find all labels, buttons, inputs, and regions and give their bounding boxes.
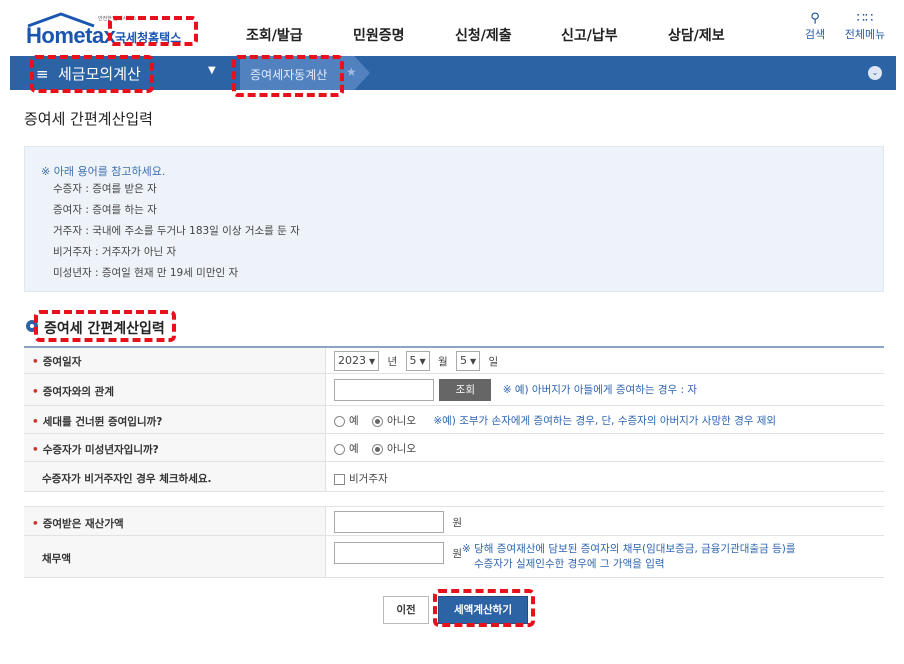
menu-certificate[interactable]: 민원증명	[353, 25, 405, 45]
month-unit: 월	[438, 355, 448, 368]
search-icon: ⚲	[810, 11, 820, 26]
menu-consult[interactable]: 상담/제보	[668, 25, 725, 45]
debt-label: 채무액	[42, 553, 71, 565]
year-select[interactable]: 2023 ▼	[334, 351, 380, 371]
relation-input[interactable]	[334, 379, 434, 401]
gift-amount-label: 증여받은 재산가액	[42, 518, 124, 530]
chevron-down-icon: ▼	[369, 357, 376, 366]
menu-application[interactable]: 신청/제출	[455, 25, 512, 45]
notice-line: 미성년자 : 증여일 현재 만 19세 미만인 자	[53, 267, 239, 279]
star-icon[interactable]: ★	[346, 65, 357, 79]
minor-yes-label: 예	[349, 443, 359, 455]
debt-hint-line1: ※ 당해 증여재산에 담보된 증여자의 채무(임대보증금, 금융기관대출금 등)…	[462, 543, 796, 555]
day-select[interactable]: 5 ▼	[456, 351, 481, 371]
highlight-section-title	[34, 310, 176, 342]
row-gift-date: • 증여일자 2023 ▼ 년 5 ▼ 월 5 ▼ 일	[24, 348, 884, 374]
all-menu-label: 전체메뉴	[844, 28, 886, 41]
required-mark: •	[32, 444, 39, 456]
skip-generation-label: 세대를 건너뛴 증여입니까?	[42, 416, 163, 428]
notice-line: 거주자 : 국내에 주소를 두거나 183일 이상 거소를 둔 자	[53, 225, 300, 237]
row-relation: • 증여자와의 관계 조회 ※ 예) 아버지가 아들에게 증여하는 경우 : 자	[24, 374, 884, 406]
debt-hint-line2: 수증자가 실제인수한 경우에 그 가액을 입력	[474, 558, 665, 570]
search-tool[interactable]: ⚲ 검색	[802, 12, 828, 42]
prev-button[interactable]: 이전	[383, 596, 429, 624]
row-skip-generation: • 세대를 건너뛴 증여입니까? 예 아니오 ※예) 조부가 손자에게 증여하는 …	[24, 406, 884, 434]
gift-date-label: 증여일자	[42, 356, 82, 368]
required-mark: •	[32, 386, 39, 398]
gift-amount-input[interactable]	[334, 511, 444, 533]
glossary-notice: ※ 아래 용어를 참고하세요. 수증자 : 증여를 받은 자 증여자 : 증여를…	[24, 146, 884, 292]
skip-generation-no-label: 아니오	[387, 415, 416, 427]
chevron-down-icon: ▼	[470, 357, 477, 366]
chevron-down-icon[interactable]: ⌄	[868, 66, 882, 80]
highlight-calculate-button	[433, 589, 535, 627]
chevron-down-icon: ▼	[419, 357, 426, 366]
non-resident-checkbox-label: 비거주자	[349, 473, 388, 485]
gift-amount-unit: 원	[452, 516, 463, 529]
page-title: 증여세 간편계산입력	[24, 110, 153, 128]
skip-generation-hint: ※예) 조부가 손자에게 증여하는 경우, 단, 수증자의 아버지가 사망한 경…	[433, 415, 777, 427]
skip-generation-yes-label: 예	[349, 415, 359, 427]
month-select[interactable]: 5 ▼	[405, 351, 430, 371]
notice-line: 증여자 : 증여를 하는 자	[53, 204, 157, 216]
row-debt: 채무액 원 ※ 당해 증여재산에 담보된 증여자의 채무(임대보증금, 금융기관…	[24, 536, 884, 578]
relation-label: 증여자와의 관계	[42, 386, 114, 398]
required-mark: •	[32, 356, 39, 368]
row-gift-amount: • 증여받은 재산가액 원	[24, 506, 884, 536]
gift-tax-form: • 증여일자 2023 ▼ 년 5 ▼ 월 5 ▼ 일 • 증여자와의 관계 조회 ※ 예…	[24, 346, 884, 578]
row-minor: • 수증자가 미성년자입니까? 예 아니오	[24, 434, 884, 462]
caret-down-icon[interactable]: ▼	[208, 65, 216, 76]
highlight-breadcrumb	[232, 55, 344, 97]
required-mark: •	[32, 518, 39, 530]
search-label: 검색	[804, 28, 826, 41]
notice-line: 수증자 : 증여를 받은 자	[53, 183, 157, 195]
minor-no-radio[interactable]	[372, 443, 384, 455]
menu-inquiry[interactable]: 조회/발급	[246, 25, 303, 45]
minor-label: 수증자가 미성년자입니까?	[42, 444, 159, 456]
year-unit: 년	[387, 355, 398, 368]
highlight-logo-subtitle	[108, 16, 198, 46]
notice-heading: ※ 아래 용어를 참고하세요.	[41, 165, 166, 178]
relation-hint: ※ 예) 아버지가 아들에게 증여하는 경우 : 자	[502, 384, 698, 396]
minor-yes-radio[interactable]	[334, 443, 345, 455]
menu-report-payment[interactable]: 신고/납부	[561, 25, 618, 45]
minor-no-label: 아니오	[387, 443, 416, 455]
non-resident-checkbox[interactable]	[334, 473, 345, 485]
skip-generation-no-radio[interactable]	[372, 415, 384, 427]
grid-icon: ∷∷	[856, 11, 874, 26]
skip-generation-yes-radio[interactable]	[334, 415, 345, 427]
highlight-nav-title	[30, 55, 154, 93]
required-mark: •	[32, 416, 39, 428]
logo-wordmark: Hometax	[26, 23, 116, 48]
non-resident-label: 수증자가 비거주자인 경우 체크하세요.	[42, 473, 212, 485]
top-header: 안전한 납세서비스 Hometax 국세청홈택스 조회/발급 민원증명 신청/제…	[0, 0, 904, 56]
relation-search-button[interactable]: 조회	[439, 379, 492, 401]
debt-unit: 원	[452, 547, 463, 560]
all-menu-tool[interactable]: ∷∷ 전체메뉴	[840, 12, 890, 42]
day-unit: 일	[488, 355, 499, 368]
notice-line: 비거주자 : 거주자가 아닌 자	[53, 246, 177, 258]
debt-input[interactable]	[334, 542, 444, 564]
row-non-resident: 수증자가 비거주자인 경우 체크하세요. 비거주자	[24, 462, 884, 492]
